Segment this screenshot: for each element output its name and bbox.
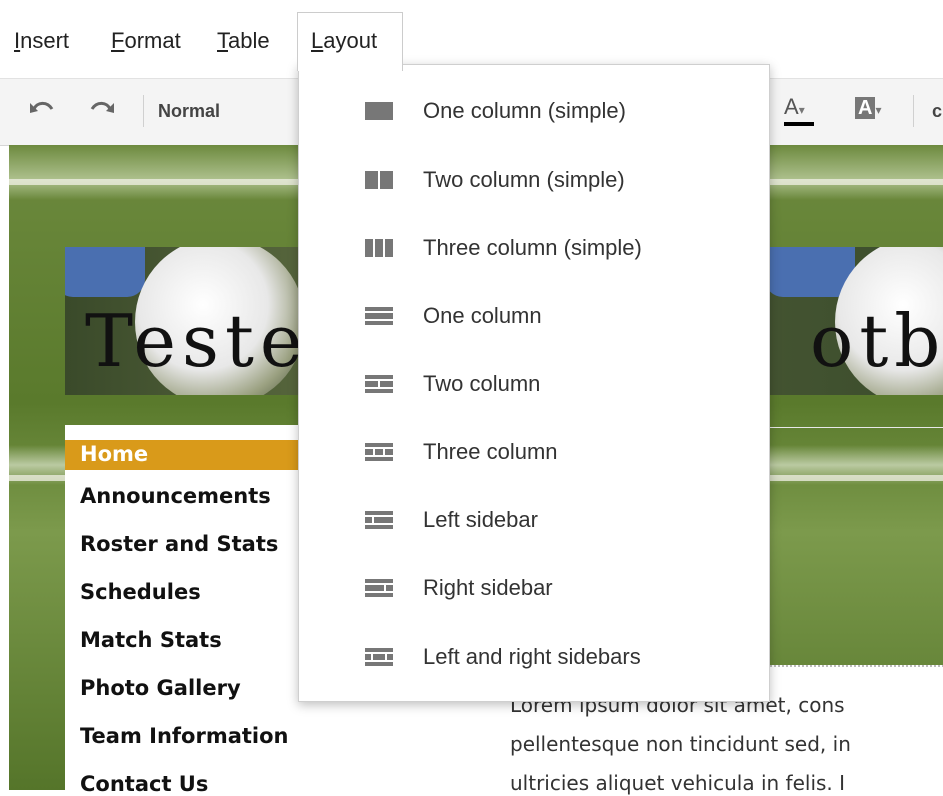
right-sidebar-icon — [365, 579, 393, 597]
menu-item-label: One column — [423, 303, 542, 328]
content-line: pellentesque non tincidunt sed, in — [510, 732, 851, 756]
menu-format[interactable]: Format — [111, 28, 181, 54]
menu-item-one-column-simple[interactable]: One column (simple) — [299, 80, 769, 140]
menu-item-three-column[interactable]: Three column — [299, 421, 769, 481]
text-color-button[interactable]: A▾ — [784, 94, 814, 126]
menu-table[interactable]: Table — [217, 28, 270, 54]
highlight-label: A — [855, 97, 876, 119]
style-select[interactable]: Normal — [158, 101, 220, 122]
one-column-icon — [365, 307, 393, 325]
menu-layout-open[interactable]: Layout — [297, 12, 403, 71]
two-column-simple-icon — [365, 171, 393, 189]
menu-item-left-right-sidebars[interactable]: Left and right sidebars — [299, 626, 769, 686]
highlight-color-button[interactable]: A ▾ — [855, 94, 881, 120]
menu-item-three-column-simple[interactable]: Three column (simple) — [299, 217, 769, 277]
nav-item-match-stats[interactable]: Match Stats — [80, 628, 222, 652]
nav-item-photo-gallery[interactable]: Photo Gallery — [80, 676, 241, 700]
nav-item-contact[interactable]: Contact Us — [80, 772, 208, 796]
nav-item-schedules[interactable]: Schedules — [80, 580, 201, 604]
toolbar-separator — [143, 95, 144, 127]
text-color-label: A — [784, 94, 799, 119]
menu-item-label: Right sidebar — [423, 575, 553, 600]
nav-item-team-info[interactable]: Team Information — [80, 724, 289, 748]
site-title-right: otball — [810, 299, 943, 383]
menu-item-one-column[interactable]: One column — [299, 285, 769, 345]
menu-item-label: Left sidebar — [423, 507, 538, 532]
two-column-icon — [365, 375, 393, 393]
redo-icon[interactable] — [88, 97, 116, 123]
menu-item-label: Three column (simple) — [423, 235, 642, 260]
menu-item-two-column-simple[interactable]: Two column (simple) — [299, 149, 769, 209]
menu-item-label: Two column (simple) — [423, 167, 625, 192]
banner-photo — [65, 247, 145, 297]
left-right-sidebars-icon — [365, 648, 393, 666]
menu-item-label: Three column — [423, 439, 558, 464]
menu-insert[interactable]: Insert — [14, 28, 69, 54]
left-sidebar-icon — [365, 511, 393, 529]
menu-item-label: Two column — [423, 371, 541, 396]
nav-item-roster[interactable]: Roster and Stats — [80, 532, 278, 556]
menu-item-left-sidebar[interactable]: Left sidebar — [299, 489, 769, 549]
menu-layout[interactable]: Layout — [311, 28, 377, 54]
menu-item-right-sidebar[interactable]: Right sidebar — [299, 557, 769, 617]
nav-item-announcements[interactable]: Announcements — [80, 484, 271, 508]
layout-menu: One column (simple) Two column (simple) … — [298, 64, 770, 702]
nav-item-label: Home — [80, 442, 149, 466]
toolbar-separator — [913, 95, 914, 127]
three-column-icon — [365, 443, 393, 461]
undo-icon[interactable] — [28, 97, 56, 123]
toolbar-partial-button[interactable]: c — [932, 101, 942, 122]
text-color-swatch — [784, 122, 814, 126]
menu-item-label: Left and right sidebars — [423, 644, 641, 669]
menu-item-two-column[interactable]: Two column — [299, 353, 769, 413]
three-column-simple-icon — [365, 239, 393, 257]
one-column-simple-icon — [365, 102, 393, 120]
menu-item-label: One column (simple) — [423, 98, 626, 123]
content-line: ultricies aliquet vehicula in felis. I — [510, 771, 846, 795]
